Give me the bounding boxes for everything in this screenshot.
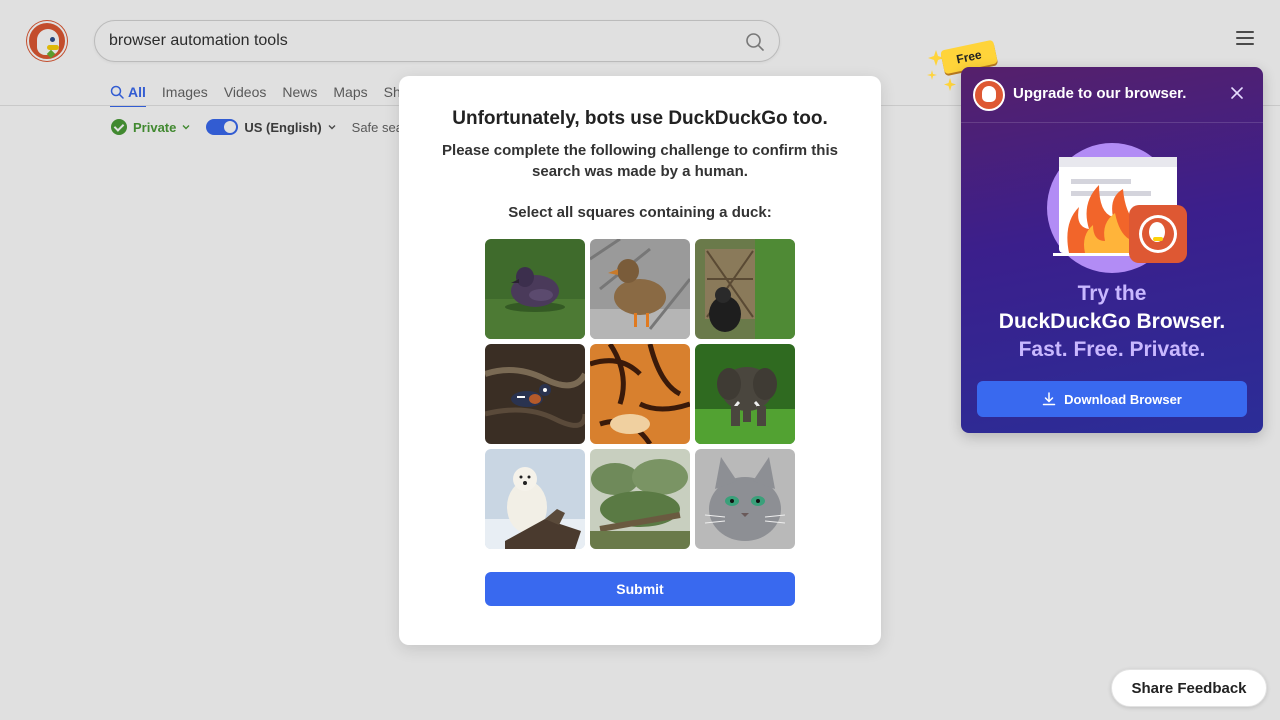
submit-button[interactable]: Submit xyxy=(485,572,795,606)
captcha-instruction: Select all squares containing a duck: xyxy=(508,204,772,221)
duck-swimming-image xyxy=(485,239,585,339)
gray-cat-image xyxy=(695,449,795,549)
elephant-image xyxy=(695,344,795,444)
mallard-duck-grayscale-tile[interactable] xyxy=(590,239,690,339)
captcha-modal: Unfortunately, bots use DuckDuckGo too. … xyxy=(399,76,881,645)
promo-line-try: Try the xyxy=(1077,282,1147,305)
harlequin-duck-river-tile[interactable] xyxy=(485,344,585,444)
download-icon xyxy=(1042,392,1056,406)
gorilla-image xyxy=(695,239,795,339)
gorilla-in-enclosure-tile[interactable] xyxy=(695,239,795,339)
browser-fire-illustration xyxy=(1047,143,1187,273)
polar-bear-tile[interactable] xyxy=(485,449,585,549)
promo-header: Upgrade to our browser. xyxy=(961,67,1263,123)
captcha-title: Unfortunately, bots use DuckDuckGo too. xyxy=(452,108,828,129)
captcha-subtitle: Please complete the following challenge … xyxy=(442,142,838,180)
captcha-image-grid xyxy=(485,239,795,549)
promo-line-tagline: Fast. Free. Private. xyxy=(1018,338,1206,361)
share-feedback-button[interactable]: Share Feedback xyxy=(1111,669,1267,707)
shrubs-landscape-tile[interactable] xyxy=(590,449,690,549)
gray-cat-tile[interactable] xyxy=(695,449,795,549)
polar-bear-image xyxy=(485,449,585,549)
promo-headline: Upgrade to our browser. xyxy=(1013,85,1187,102)
tiger-fur-tile[interactable] xyxy=(590,344,690,444)
duck-swimming-tile[interactable] xyxy=(485,239,585,339)
elephant-on-grass-tile[interactable] xyxy=(695,344,795,444)
close-icon[interactable] xyxy=(1229,85,1245,101)
download-label: Download Browser xyxy=(1064,391,1182,407)
harlequin-duck-image xyxy=(485,344,585,444)
tiger-image xyxy=(590,344,690,444)
promo-line-browser: DuckDuckGo Browser. xyxy=(998,310,1226,333)
mallard-duck-image xyxy=(590,239,690,339)
shrubs-image xyxy=(590,449,690,549)
browser-promo-panel: Upgrade to our browser. Try the DuckDuck… xyxy=(961,67,1263,433)
download-browser-button[interactable]: Download Browser xyxy=(977,381,1247,417)
duckduckgo-logo-icon xyxy=(973,79,1005,111)
